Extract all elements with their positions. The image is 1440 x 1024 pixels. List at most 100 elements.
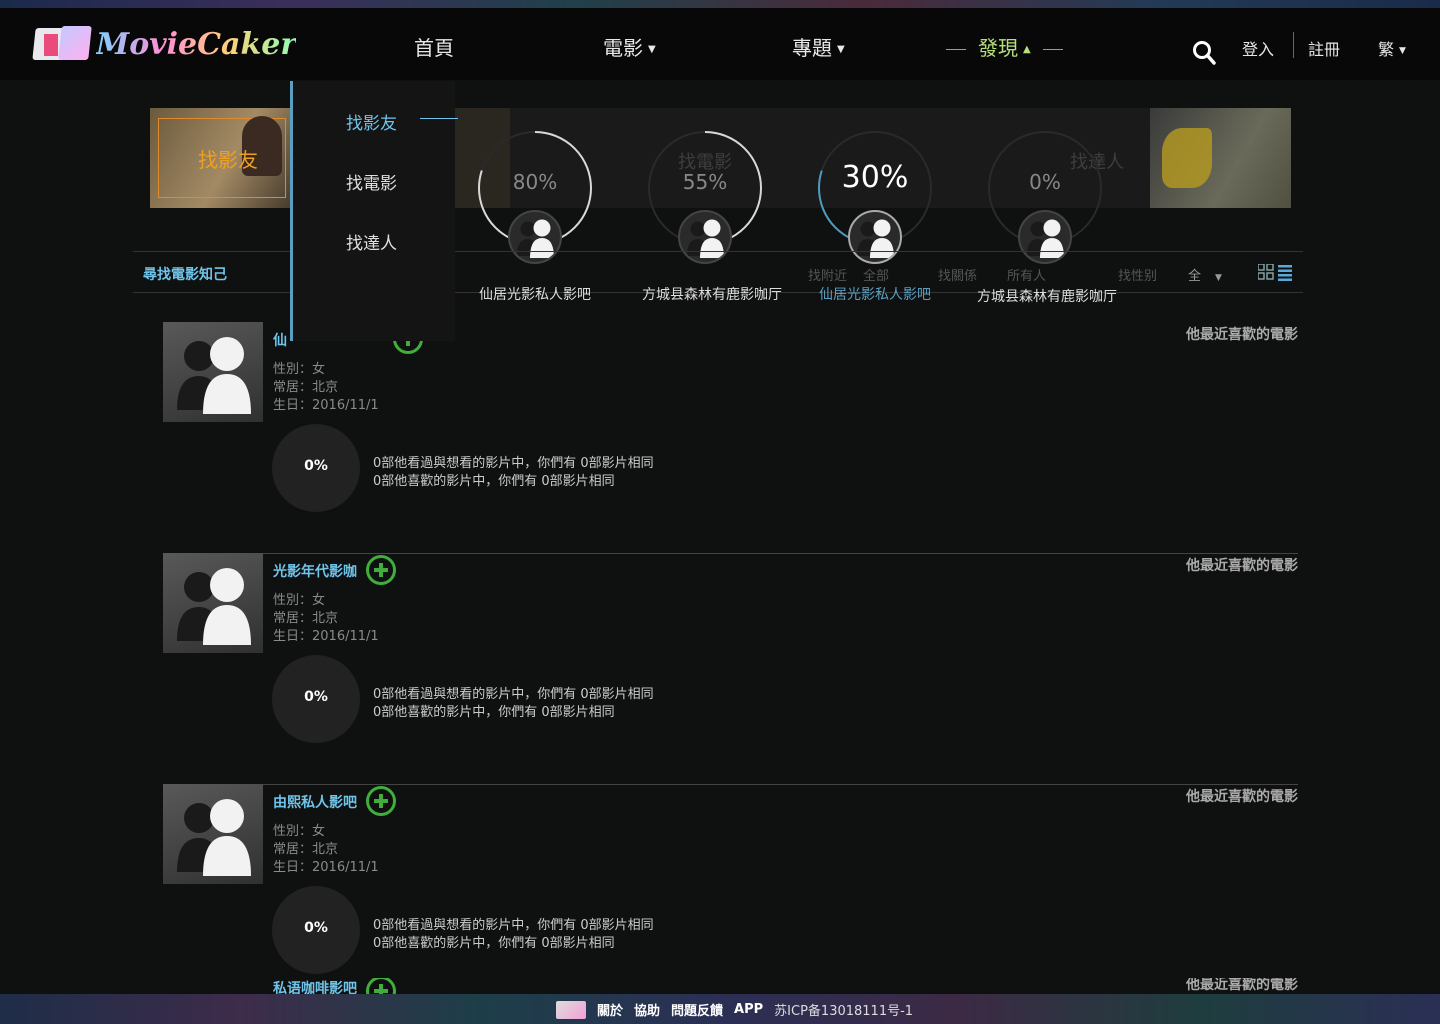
active-indicator xyxy=(420,118,458,119)
nav-movies[interactable]: 電影 ▼ xyxy=(603,32,656,61)
shared-watched-stat: 0部他看過與想看的影片中，你們有 0部影片相同 xyxy=(373,687,654,702)
user-name[interactable]: 由熙私人影吧 xyxy=(273,792,357,812)
user-birthday: 生日：2016/11/1 xyxy=(273,629,379,644)
footer-link-about[interactable]: 關於 xyxy=(597,1000,623,1019)
footer-link-help[interactable]: 協助 xyxy=(634,1000,660,1019)
language-select[interactable]: 繁 ▼ xyxy=(1378,36,1406,60)
filter-all[interactable]: 全部 xyxy=(863,265,889,284)
site-logo[interactable]: MovieCaker xyxy=(32,24,297,64)
nav-topics[interactable]: 專題 ▼ xyxy=(792,32,845,61)
icp-license[interactable]: 苏ICP备13018111号-1 xyxy=(774,1000,913,1019)
shared-watched-stat: 0部他看過與想看的影片中，你們有 0部影片相同 xyxy=(373,918,654,933)
list-view-icon[interactable] xyxy=(1278,265,1292,281)
nav-active-dash-left xyxy=(946,49,966,50)
nav-discover-label: 發現 xyxy=(978,36,1018,60)
view-toggle xyxy=(1258,264,1292,281)
site-header: MovieCaker 首頁 電影 ▼ 專題 ▼ 發現 ▲ 登入 註冊 繁 ▼ xyxy=(0,8,1440,80)
match-percent: 55% xyxy=(682,170,728,194)
nav-active-dash-right xyxy=(1042,49,1063,50)
list-item: 私语咖啡影吧 他最近喜歡的電影 xyxy=(163,978,1298,994)
user-gender: 性別：女 xyxy=(273,362,326,377)
match-score-value: 0% xyxy=(304,920,328,936)
add-friend-icon[interactable] xyxy=(366,978,396,994)
gender-select[interactable]: 全 ▼ xyxy=(1188,265,1222,284)
user-name[interactable]: 私语咖啡影吧 xyxy=(273,978,357,994)
filter-nearby[interactable]: 找附近 xyxy=(808,265,847,284)
hero-thumb-label: 找影友 xyxy=(198,148,258,172)
filter-everyone[interactable]: 所有人 xyxy=(1007,265,1046,284)
filter-relation[interactable]: 找關係 xyxy=(938,265,977,284)
add-friend-icon[interactable] xyxy=(366,786,396,816)
nav-discover[interactable]: 發現 ▲ xyxy=(946,32,1075,61)
language-label: 繁 xyxy=(1378,40,1395,59)
match-percent: 0% xyxy=(1029,170,1061,194)
chevron-down-icon: ▼ xyxy=(837,44,845,55)
avatar[interactable] xyxy=(163,322,263,422)
user-birthday: 生日：2016/11/1 xyxy=(273,398,379,413)
match-percent: 30% xyxy=(841,160,909,195)
shared-liked-stat: 0部他喜歡的影片中，你們有 0部影片相同 xyxy=(373,936,615,951)
user-city: 常居：北京 xyxy=(273,611,339,626)
header-divider xyxy=(1293,32,1294,58)
menu-item-find-experts[interactable]: 找達人 xyxy=(346,229,397,254)
shared-watched-stat: 0部他看過與想看的影片中，你們有 0部影片相同 xyxy=(373,456,654,471)
match-user-name[interactable]: 方城县森林有鹿影咖厅 xyxy=(637,284,787,304)
search-icon[interactable] xyxy=(1192,40,1216,66)
avatar[interactable] xyxy=(163,784,263,884)
gender-value: 全 xyxy=(1188,269,1202,284)
list-item: 仙 性別：女 常居：北京 生日：2016/11/1 0% 0部他看過與想看的影片… xyxy=(163,322,1298,554)
register-link[interactable]: 註冊 xyxy=(1308,36,1340,60)
menu-item-find-movies[interactable]: 找電影 xyxy=(346,169,397,194)
logo-mark-icon xyxy=(32,24,92,64)
recent-favorites-label: 他最近喜歡的電影 xyxy=(1186,978,1298,993)
chevron-up-icon: ▲ xyxy=(1023,44,1031,55)
footer-link-feedback[interactable]: 問題反饋 xyxy=(671,1000,723,1019)
top-gradient-bar xyxy=(0,0,1440,8)
match-user-name[interactable]: 仙居光影私人影吧 xyxy=(817,284,933,304)
login-link[interactable]: 登入 xyxy=(1242,36,1274,60)
match-circle[interactable]: 0% xyxy=(987,130,1103,264)
nav-movies-label: 電影 xyxy=(603,36,643,60)
add-friend-icon[interactable] xyxy=(366,555,396,585)
recent-favorites-label: 他最近喜歡的電影 xyxy=(1186,327,1298,343)
footer-link-app[interactable]: APP xyxy=(734,1002,763,1017)
match-user-name[interactable]: 仙居光影私人影吧 xyxy=(477,284,593,304)
chevron-down-icon: ▼ xyxy=(648,44,656,55)
match-user-name[interactable]: 方城县森林有鹿影咖厅 xyxy=(972,286,1122,306)
menu-item-find-friends[interactable]: 找影友 xyxy=(346,109,397,134)
list-item: 光影年代影咖 性別：女 常居：北京 生日：2016/11/1 0% 0部他看過與… xyxy=(163,553,1298,785)
hero-thumb-find-friends[interactable]: 找影友 xyxy=(150,108,292,208)
grid-view-icon[interactable] xyxy=(1258,264,1274,280)
user-birthday: 生日：2016/11/1 xyxy=(273,860,379,875)
recent-favorites-label: 他最近喜歡的電影 xyxy=(1186,558,1298,574)
match-circle[interactable]: 55% xyxy=(647,130,763,264)
nav-home[interactable]: 首頁 xyxy=(414,32,454,61)
match-score: 0% xyxy=(272,424,360,512)
user-silhouette-icon xyxy=(177,799,251,876)
filter-gender-label: 找性别 xyxy=(1118,269,1158,284)
logo-text: MovieCaker xyxy=(96,26,297,62)
user-gender: 性別：女 xyxy=(273,824,326,839)
user-city: 常居：北京 xyxy=(273,842,339,857)
chevron-down-icon: ▼ xyxy=(1215,273,1222,283)
discover-dropdown-menu: 找影友 找電影 找達人 xyxy=(290,81,458,341)
match-score: 0% xyxy=(272,655,360,743)
shared-liked-stat: 0部他喜歡的影片中，你們有 0部影片相同 xyxy=(373,474,615,489)
match-circle[interactable]: 80% xyxy=(477,130,593,264)
footer-logo-icon[interactable] xyxy=(556,1000,586,1019)
match-circle-active[interactable]: 30% xyxy=(817,130,933,264)
match-score-value: 0% xyxy=(304,458,328,474)
user-silhouette-icon xyxy=(177,337,251,414)
shared-liked-stat: 0部他喜歡的影片中，你們有 0部影片相同 xyxy=(373,705,615,720)
section-title: 尋找電影知己 xyxy=(143,267,227,283)
nav-topics-label: 專題 xyxy=(792,36,832,60)
match-score: 0% xyxy=(272,886,360,974)
match-percent: 80% xyxy=(512,170,558,194)
user-name[interactable]: 光影年代影咖 xyxy=(273,561,357,581)
match-score-value: 0% xyxy=(304,689,328,705)
user-silhouette-icon xyxy=(177,568,251,645)
avatar[interactable] xyxy=(163,553,263,653)
user-name[interactable]: 仙 xyxy=(273,330,287,350)
hero-thumb-experts[interactable] xyxy=(1150,108,1291,208)
user-city: 常居：北京 xyxy=(273,380,339,395)
